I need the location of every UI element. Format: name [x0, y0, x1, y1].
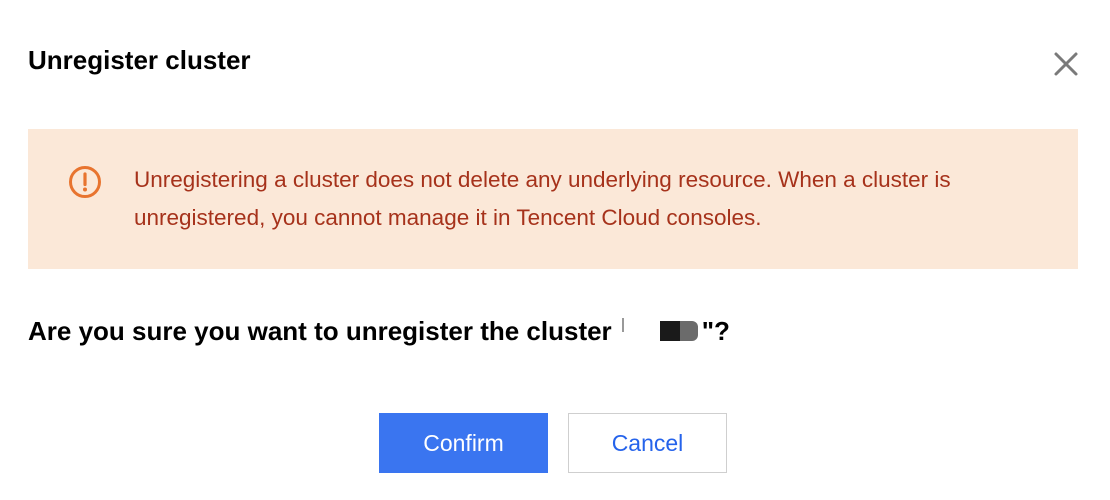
warning-circle-icon	[69, 166, 101, 198]
redacted-cluster-name	[621, 318, 698, 341]
confirm-button[interactable]: Confirm	[379, 413, 548, 473]
dialog-title: Unregister cluster	[28, 45, 251, 75]
question-suffix: "?	[701, 316, 730, 346]
question-prefix: Are you sure you want to unregister the …	[28, 316, 612, 346]
cancel-button[interactable]: Cancel	[568, 413, 727, 473]
unregister-cluster-dialog: Unregister cluster Unregistering a clust…	[0, 0, 1110, 500]
alert-message: Unregistering a cluster does not delete …	[134, 167, 951, 230]
warning-alert: Unregistering a cluster does not delete …	[28, 129, 1078, 269]
confirmation-question: Are you sure you want to unregister the …	[28, 312, 730, 350]
close-icon	[1054, 52, 1078, 76]
close-button[interactable]	[1050, 48, 1082, 80]
